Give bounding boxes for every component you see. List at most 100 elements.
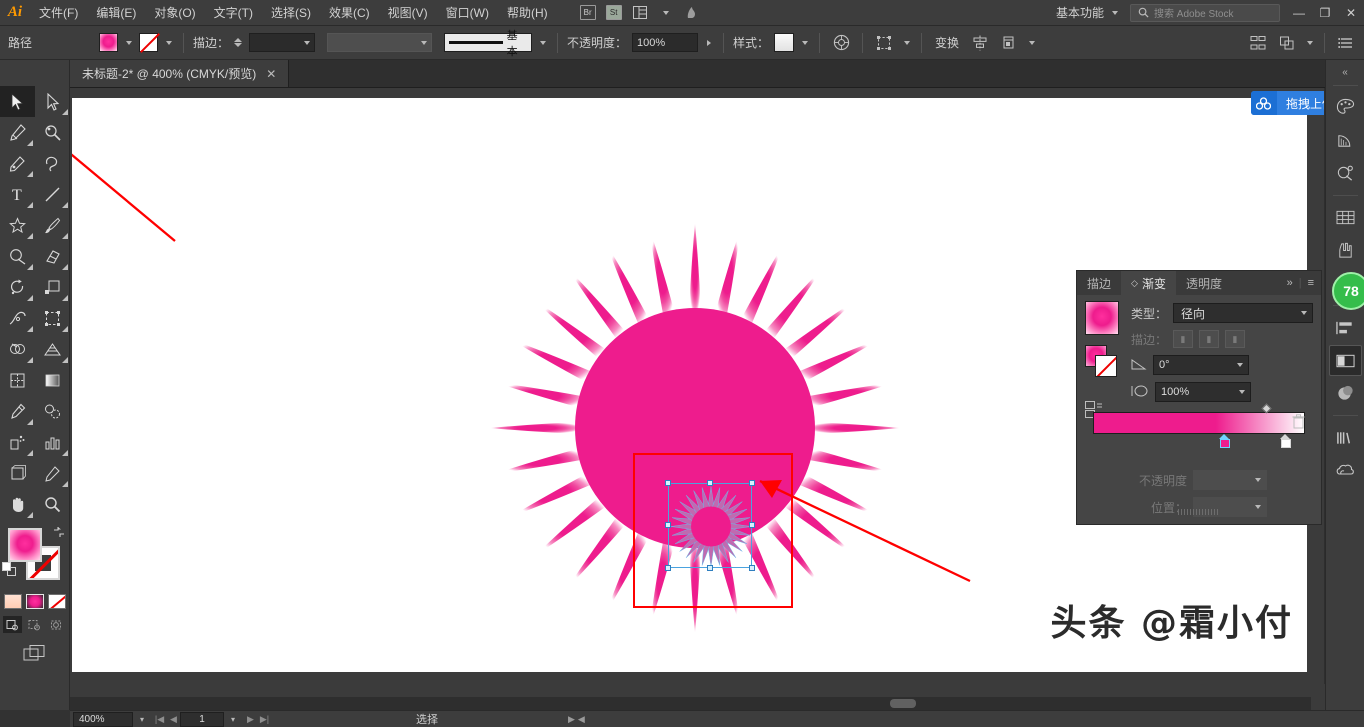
gradient-stop-2[interactable] <box>1280 434 1291 448</box>
slice-tool[interactable] <box>35 458 70 489</box>
trash-icon[interactable] <box>1292 414 1305 432</box>
gradient-angle-field[interactable]: 0° <box>1153 355 1249 375</box>
fill-swatch-caret-icon[interactable] <box>126 41 132 45</box>
menu-view[interactable]: 视图(V) <box>379 0 437 26</box>
transform-label[interactable]: 变换 <box>931 34 963 51</box>
zoom-tool[interactable] <box>35 489 70 520</box>
paintbrush-tool[interactable] <box>35 210 70 241</box>
none-mode-button[interactable] <box>48 594 66 609</box>
isolate-icon[interactable] <box>997 32 1021 54</box>
horizontal-scroll-thumb[interactable] <box>890 699 916 708</box>
shaper-tool[interactable] <box>0 241 35 272</box>
symbols-panel-icon[interactable] <box>1329 158 1362 189</box>
panel-options-menu-icon[interactable]: ≡ <box>1308 277 1314 289</box>
distribute-spacing-icon[interactable] <box>1246 32 1270 54</box>
status-collapse-icon[interactable]: ◀ <box>578 714 585 725</box>
previous-page-icon[interactable]: ◀ <box>167 712 180 727</box>
gradient-stroke-swatch[interactable] <box>1095 355 1117 377</box>
menu-window[interactable]: 窗口(W) <box>437 0 498 26</box>
draw-behind-button[interactable] <box>25 616 44 633</box>
hand-tool[interactable] <box>0 489 35 520</box>
graphic-style-caret-icon[interactable] <box>802 41 808 45</box>
recolor-artwork-icon[interactable] <box>829 32 853 54</box>
appearance-panel-icon[interactable] <box>1329 378 1362 409</box>
width-tool[interactable] <box>0 303 35 334</box>
pen-tool[interactable] <box>0 117 35 148</box>
column-graph-tool[interactable] <box>35 427 70 458</box>
magic-wand-tool[interactable] <box>35 117 70 148</box>
libraries-panel-icon[interactable] <box>1329 422 1362 453</box>
swatches-panel-icon[interactable] <box>1329 202 1362 233</box>
arrange-documents-caret-icon[interactable] <box>653 0 679 26</box>
select-similar-icon[interactable] <box>872 32 896 54</box>
status-bar-expander[interactable]: ▶ ◀ <box>568 714 585 725</box>
color-guide-panel-icon[interactable] <box>1329 125 1362 156</box>
blend-tool[interactable] <box>35 396 70 427</box>
zoom-level-caret-icon[interactable]: ▾ <box>133 715 151 724</box>
arrange-objects-caret-icon[interactable] <box>1307 41 1313 45</box>
window-close-button[interactable]: ✕ <box>1338 0 1364 26</box>
window-minimize-button[interactable]: — <box>1286 0 1312 26</box>
select-similar-caret-icon[interactable] <box>904 41 910 45</box>
document-tab[interactable]: 未标题-2* @ 400% (CMYK/预览) ✕ <box>70 60 289 87</box>
selection-tool[interactable] <box>0 86 35 117</box>
artboard-number-field[interactable]: 1 <box>180 712 224 727</box>
menu-edit[interactable]: 编辑(E) <box>87 0 145 26</box>
layers-panel-icon[interactable] <box>1329 345 1362 376</box>
stroke-swatch-caret-icon[interactable] <box>166 41 172 45</box>
align-icon[interactable] <box>968 32 992 54</box>
shape-builder-tool[interactable] <box>0 334 35 365</box>
type-tool[interactable]: T <box>0 179 35 210</box>
color-panel-icon[interactable] <box>1329 92 1362 123</box>
eyedropper-tool[interactable] <box>0 396 35 427</box>
home-screen-icon[interactable] <box>679 0 705 26</box>
stock-icon[interactable]: St <box>601 0 627 26</box>
next-page-icon[interactable]: ▶ <box>244 712 257 727</box>
stroke-swatch[interactable] <box>139 33 158 52</box>
gradient-aspect-field[interactable]: 100% <box>1155 382 1251 402</box>
last-page-icon[interactable]: ▶| <box>258 712 271 727</box>
search-stock-input[interactable]: 搜索 Adobe Stock <box>1130 4 1280 22</box>
rotate-tool[interactable] <box>0 272 35 303</box>
gradient-stop-1[interactable] <box>1219 434 1230 448</box>
menu-select[interactable]: 选择(S) <box>262 0 320 26</box>
line-segment-tool[interactable] <box>35 179 70 210</box>
stroke-profile-field[interactable] <box>327 33 432 52</box>
creative-cloud-icon[interactable] <box>1329 455 1362 486</box>
menu-type[interactable]: 文字(T) <box>205 0 262 26</box>
brushes-panel-icon[interactable] <box>1329 235 1362 266</box>
graphic-style-swatch[interactable] <box>774 33 794 52</box>
align-panel-icon[interactable] <box>1329 312 1362 343</box>
canvas-horizontal-scrollbar[interactable] <box>70 697 1311 710</box>
arrange-objects-icon[interactable] <box>1275 32 1299 54</box>
color-mode-button[interactable] <box>4 594 22 609</box>
gradient-type-select[interactable]: 径向 <box>1173 303 1313 323</box>
gradient-preview-swatch[interactable] <box>1085 301 1119 335</box>
brush-definition-field[interactable]: 基本 <box>444 33 532 52</box>
arrange-documents-icon[interactable] <box>627 0 653 26</box>
menu-effect[interactable]: 效果(C) <box>320 0 379 26</box>
draw-normal-button[interactable] <box>3 616 22 633</box>
panel-tab-transparency[interactable]: 透明度 <box>1176 271 1232 295</box>
change-screen-mode-button[interactable] <box>21 642 49 664</box>
notification-badge[interactable]: 78 <box>1332 272 1364 310</box>
gradient-mode-button[interactable] <box>26 594 44 609</box>
gradient-panel[interactable]: 描边 ◇ 渐变 透明度 » | ≡ 类型： <box>1076 270 1322 525</box>
star-tool[interactable] <box>0 210 35 241</box>
workspace-switcher[interactable]: 基本功能 <box>1046 4 1130 21</box>
menu-object[interactable]: 对象(O) <box>145 0 204 26</box>
isolate-caret-icon[interactable] <box>1029 41 1035 45</box>
first-page-icon[interactable]: |◀ <box>153 712 166 727</box>
artboard-tool[interactable] <box>0 458 35 489</box>
menu-file[interactable]: 文件(F) <box>30 0 87 26</box>
fill-swatch[interactable] <box>99 33 118 52</box>
lasso-tool[interactable] <box>35 148 70 179</box>
fill-color-swatch[interactable] <box>8 528 42 562</box>
mesh-tool[interactable] <box>0 365 35 396</box>
draw-inside-button[interactable] <box>47 616 66 633</box>
default-fill-stroke-icon[interactable] <box>2 562 17 577</box>
direct-selection-tool[interactable] <box>35 86 70 117</box>
zoom-level-field[interactable]: 400% <box>73 712 133 727</box>
brush-definition-caret-icon[interactable] <box>540 41 546 45</box>
expand-panels-icon[interactable]: « <box>1342 64 1348 80</box>
